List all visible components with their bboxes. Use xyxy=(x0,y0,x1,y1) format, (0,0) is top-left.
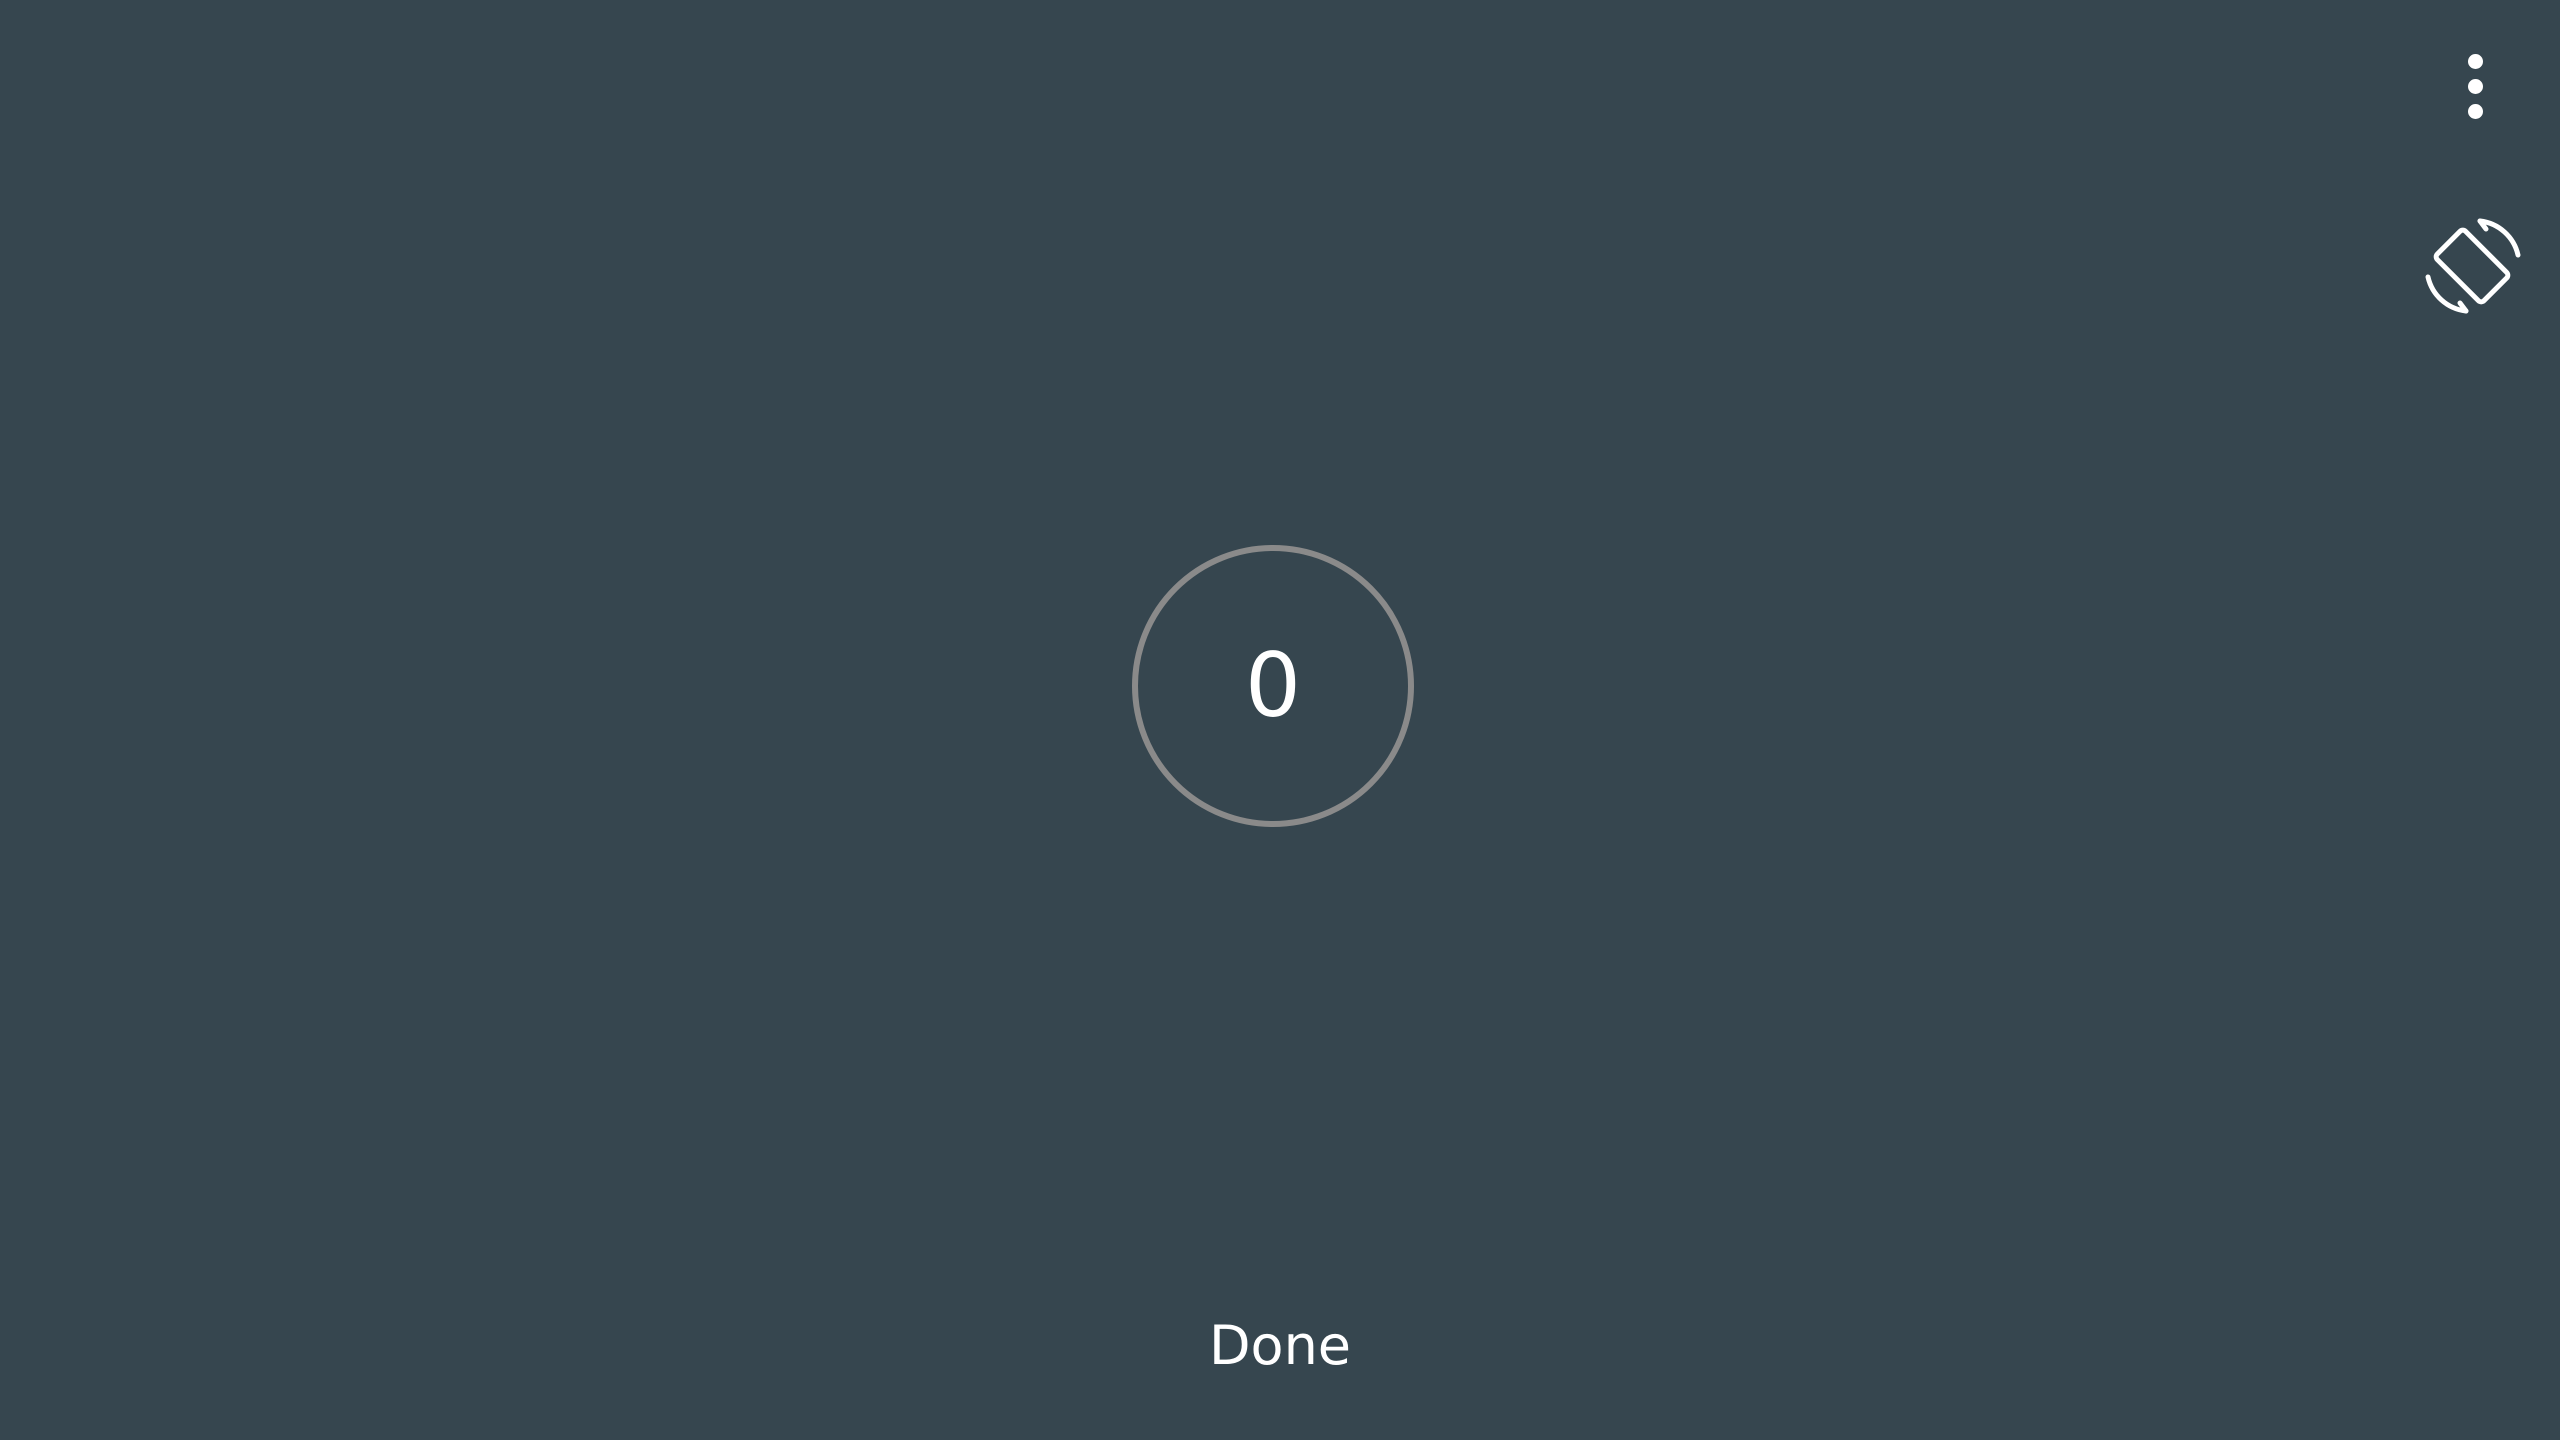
more-vert-icon-dot xyxy=(2467,78,2483,94)
counter-screen: 0 Done xyxy=(0,0,2560,1440)
counter-value: 0 xyxy=(1245,634,1301,737)
more-vert-icon xyxy=(2467,53,2483,69)
counter-button[interactable]: 0 xyxy=(1132,545,1414,827)
rotate-screen-button[interactable] xyxy=(2418,210,2528,320)
more-options-button[interactable] xyxy=(2440,36,2510,136)
more-vert-icon-dot xyxy=(2467,103,2483,119)
done-button[interactable]: Done xyxy=(1180,1300,1380,1390)
screen-rotation-icon xyxy=(2425,218,2521,314)
